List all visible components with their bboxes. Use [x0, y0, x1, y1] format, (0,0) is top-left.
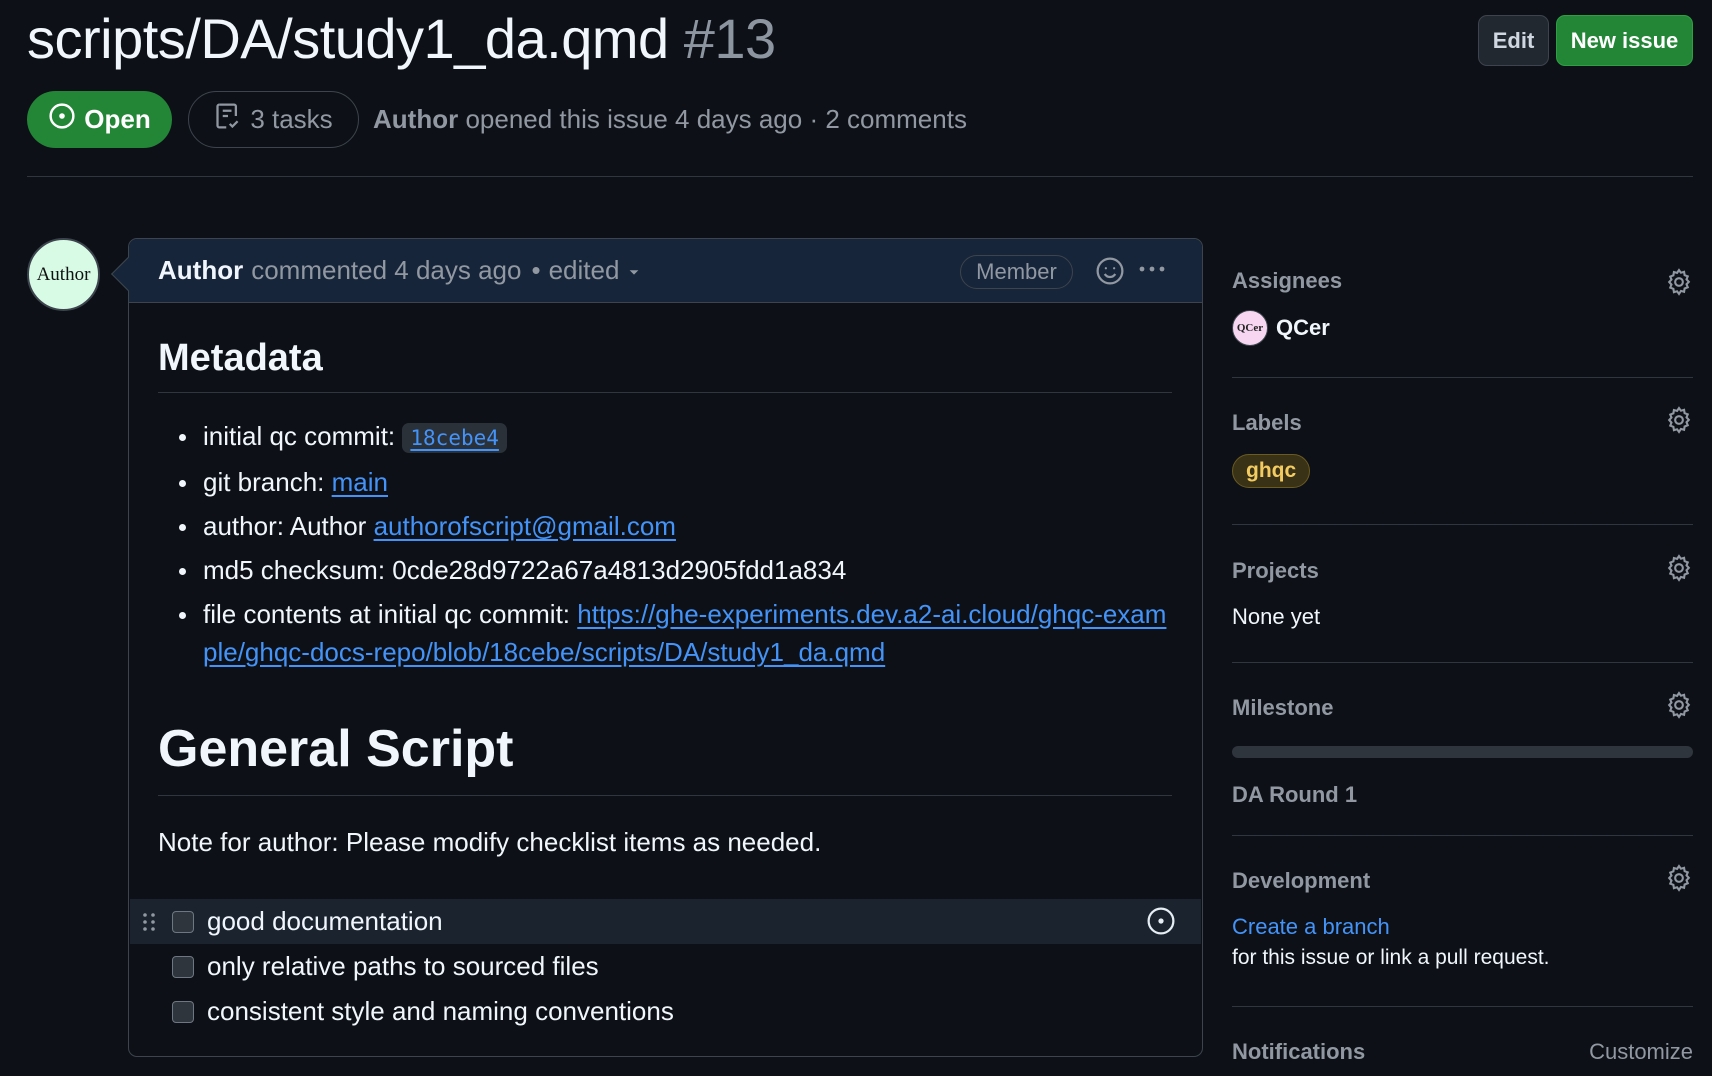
- member-badge: Member: [960, 255, 1073, 289]
- gear-icon[interactable]: [1665, 406, 1693, 439]
- task-item: only relative paths to sourced files: [130, 944, 1201, 989]
- task-checkbox[interactable]: [172, 1000, 194, 1023]
- list-item: author: Author authorofscript@gmail.com: [179, 507, 1179, 545]
- milestone-name[interactable]: DA Round 1: [1232, 782, 1693, 808]
- drag-handle-icon[interactable]: [142, 909, 156, 940]
- projects-heading: Projects: [1232, 558, 1319, 583]
- issue-title: scripts/DA/study1_da.qmd #13: [27, 6, 776, 71]
- convert-to-issue-icon[interactable]: [1146, 906, 1176, 943]
- issue-state-badge: Open: [27, 91, 172, 148]
- item-label: git branch:: [203, 467, 332, 497]
- edited-label: edited: [548, 255, 620, 285]
- list-item: md5 checksum: 0cde28d9722a67a4813d2905fd…: [179, 551, 1179, 589]
- labels-section: Labels ghqc: [1232, 406, 1693, 488]
- customize-link[interactable]: Customize: [1589, 1039, 1693, 1065]
- comment-separator: •: [531, 255, 541, 285]
- development-text: for this issue or link a pull request.: [1232, 946, 1550, 969]
- branch-link[interactable]: main: [332, 467, 388, 497]
- task-label: only relative paths to sourced files: [207, 951, 599, 981]
- item-label: md5 checksum: 0cde28d9722a67a4813d2905fd…: [203, 555, 847, 585]
- edited-dropdown[interactable]: edited: [549, 255, 642, 286]
- projects-value: None yet: [1232, 604, 1321, 629]
- development-heading: Development: [1232, 868, 1371, 893]
- development-section: Development Create a branch for this iss…: [1232, 864, 1693, 970]
- assignees-heading: Assignees: [1232, 268, 1343, 293]
- item-label: author: Author: [203, 511, 374, 541]
- issue-open-icon: [48, 102, 76, 137]
- gear-icon[interactable]: [1665, 268, 1693, 301]
- comment-header: Author commented 4 days ago • edited Mem…: [129, 239, 1202, 303]
- metadata-heading: Metadata: [158, 337, 323, 379]
- heading-rule: [158, 392, 1172, 393]
- general-script-heading: General Script: [158, 720, 514, 778]
- gear-icon[interactable]: [1665, 554, 1693, 587]
- issue-number: #13: [683, 7, 776, 70]
- item-label: initial qc commit:: [203, 421, 403, 451]
- notifications-section: Notifications Customize: [1232, 1039, 1693, 1065]
- comment-time[interactable]: commented 4 days ago: [251, 255, 521, 286]
- new-issue-button[interactable]: New issue: [1556, 15, 1693, 66]
- note-text: Note for author: Please modify checklist…: [158, 827, 822, 857]
- milestone-heading: Milestone: [1232, 695, 1334, 720]
- labels-heading: Labels: [1232, 410, 1302, 435]
- task-label: consistent style and naming conventions: [207, 996, 674, 1026]
- sidebar-divider: [1232, 377, 1693, 378]
- heading-rule: [158, 795, 1172, 796]
- sidebar-divider: [1232, 1006, 1693, 1007]
- list-item: initial qc commit: 18cebe4: [179, 417, 1179, 457]
- header-divider: [27, 176, 1693, 177]
- issue-opened-text: opened this issue 4 days ago · 2 comment…: [465, 104, 967, 134]
- task-label: good documentation: [207, 906, 443, 936]
- issue-author-link[interactable]: Author: [373, 104, 458, 134]
- issue-title-text: scripts/DA/study1_da.qmd: [27, 7, 669, 70]
- comment-author[interactable]: Author: [158, 255, 243, 286]
- task-checkbox[interactable]: [172, 910, 194, 933]
- assignee-item[interactable]: QCer QCer: [1232, 310, 1693, 346]
- list-item: file contents at initial qc commit: http…: [179, 595, 1179, 671]
- kebab-menu-icon[interactable]: [1136, 254, 1168, 291]
- issue-meta: Author opened this issue 4 days ago · 2 …: [373, 104, 967, 135]
- gear-icon[interactable]: [1665, 864, 1693, 897]
- task-item: good documentation: [130, 899, 1201, 944]
- milestone-section: Milestone DA Round 1: [1232, 691, 1693, 808]
- item-label: file contents at initial qc commit:: [203, 599, 578, 629]
- commit-sha-link[interactable]: 18cebe4: [402, 423, 507, 453]
- gear-icon[interactable]: [1665, 691, 1693, 724]
- sidebar-divider: [1232, 524, 1693, 525]
- edit-button[interactable]: Edit: [1478, 15, 1549, 66]
- add-reaction-icon[interactable]: [1095, 256, 1125, 293]
- tasks-pill[interactable]: 3 tasks: [188, 91, 359, 148]
- task-checkbox[interactable]: [172, 955, 194, 978]
- metadata-list: initial qc commit: 18cebe4 git branch: m…: [179, 417, 1179, 677]
- list-item: git branch: main: [179, 463, 1179, 501]
- sidebar-divider: [1232, 662, 1693, 663]
- avatar[interactable]: Author: [27, 238, 100, 311]
- caret-down-icon: [627, 255, 641, 286]
- issue-state-row: Open 3 tasks Author opened this issue 4 …: [27, 91, 967, 148]
- checklist-icon: [214, 102, 242, 137]
- email-link[interactable]: authorofscript@gmail.com: [374, 511, 676, 541]
- milestone-progress-bar: [1232, 746, 1693, 758]
- assignee-avatar: QCer: [1232, 310, 1268, 346]
- issue-state-label: Open: [84, 104, 151, 134]
- assignees-section: Assignees QCer QCer: [1232, 268, 1693, 346]
- assignee-name: QCer: [1276, 315, 1330, 340]
- create-branch-link[interactable]: Create a branch: [1232, 914, 1390, 939]
- projects-section: Projects None yet: [1232, 554, 1693, 630]
- tasks-count: 3 tasks: [250, 104, 333, 134]
- comment-box: Author commented 4 days ago • edited Mem…: [111, 238, 1203, 1057]
- task-item: consistent style and naming conventions: [130, 989, 1201, 1034]
- label-ghqc[interactable]: ghqc: [1232, 454, 1311, 488]
- sidebar-divider: [1232, 835, 1693, 836]
